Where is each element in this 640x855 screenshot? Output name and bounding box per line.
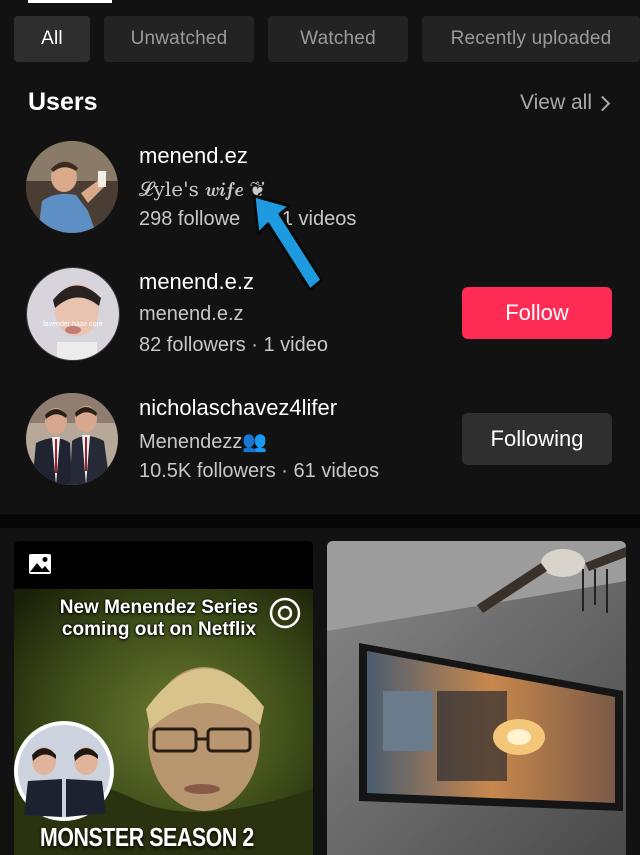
active-tab-indicator	[28, 0, 112, 3]
video-card[interactable]	[327, 541, 626, 855]
user-result-row[interactable]: nicholaschavez4lifer Menendezz👥 10.5K fo…	[0, 393, 640, 503]
video-footer-text: MONSTER SEASON 2	[40, 822, 254, 852]
video-thumbnail[interactable]: New Menendez Series coming out on Netfli…	[14, 589, 313, 855]
section-divider	[0, 514, 640, 528]
chevron-right-icon	[594, 95, 611, 111]
avatar[interactable]: lavender haze core	[26, 267, 120, 361]
user-bio: menend.e.z	[139, 303, 244, 325]
photo-post-badge	[14, 541, 313, 589]
user-name[interactable]: menend.ez	[139, 143, 248, 169]
follow-button[interactable]: Follow	[462, 287, 612, 339]
tab-watched[interactable]: Watched	[268, 16, 408, 62]
user-stats: 82 followers · 1 video	[139, 334, 328, 356]
avatar[interactable]	[26, 393, 118, 485]
section-title: Users	[28, 88, 98, 116]
following-button[interactable]: Following	[462, 413, 612, 465]
user-stats-followers: 298 followe	[139, 208, 241, 230]
user-name[interactable]: menend.e.z	[139, 269, 254, 295]
user-bio: 𝓛yle's 𝒘𝒊𝒇𝒆 ❦	[139, 177, 265, 201]
photo-icon	[29, 554, 51, 574]
avatar[interactable]	[26, 141, 118, 233]
view-all-link[interactable]: View all	[520, 91, 611, 115]
video-thumbnail[interactable]	[327, 541, 626, 855]
user-name[interactable]: nicholaschavez4lifer	[139, 395, 337, 421]
video-headline: New Menendez Series coming out on Netfli…	[59, 597, 259, 640]
annotation-arrow-icon	[252, 194, 324, 292]
video-card[interactable]: New Menendez Series coming out on Netfli…	[14, 541, 313, 855]
user-stats: 10.5K followers · 61 videos	[139, 460, 380, 482]
tab-recently-uploaded[interactable]: Recently uploaded	[422, 16, 640, 62]
user-bio: Menendezz👥	[139, 431, 268, 453]
view-all-label: View all	[520, 91, 592, 114]
tab-unwatched[interactable]: Unwatched	[104, 16, 254, 62]
filter-tabs: All Unwatched Watched Recently uploaded	[14, 16, 640, 62]
tab-all[interactable]: All	[14, 16, 90, 62]
avatar-caption: lavender haze core	[43, 321, 103, 328]
